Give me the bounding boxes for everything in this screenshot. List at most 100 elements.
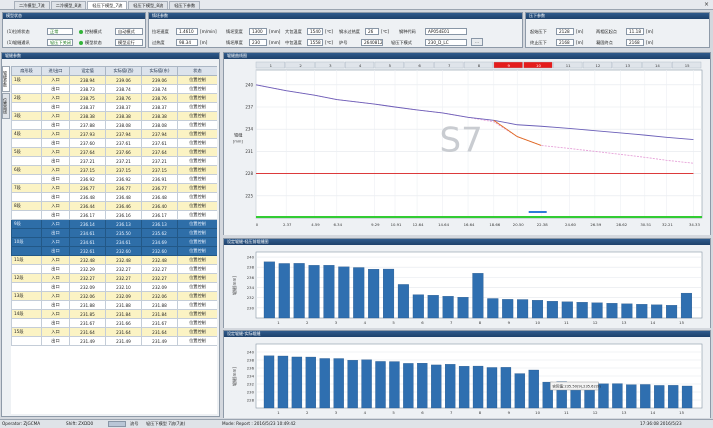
table-row[interactable]: 出口 231.67 231.66 231.67 位置控制 [11,318,217,328]
table-row[interactable]: 出口 232.09 232.10 232.09 位置控制 [11,282,217,292]
position-cell: 入口 [41,255,70,265]
table-row[interactable]: 出口 232.29 232.27 232.27 位置控制 [11,264,217,274]
table-row[interactable]: 11段 入口 232.48 232.48 232.48 位置控制 [11,255,217,265]
table-row[interactable]: 4段 入口 237.93 237.94 237.94 位置控制 [11,129,217,139]
col-header-actual-west[interactable]: 实际值(西) [105,66,142,76]
position-cell: 出口 [41,174,70,184]
x-tick-label: 24.60 [565,222,576,227]
segment-cell [11,174,42,184]
table-row[interactable]: 出口 236.92 236.92 236.91 位置控制 [11,174,217,184]
superheat-field: 26 [365,28,379,35]
col-header-actual-east[interactable]: 实际值(东) [141,66,178,76]
end-label: 终止压下 [530,40,547,45]
info-text: 轻压下模型 7流(7流) [146,421,186,426]
roll-gap-table: 扇形段 进/出口 设定值 实际值(西) 实际值(东) 状态 1段 入口 238.94… [11,66,217,414]
actual-east-cell: 235.62 [141,228,178,238]
segment-cell [11,228,42,238]
bar [612,383,623,409]
operator-text: Operator: ZJGCMA [2,421,41,426]
more-button[interactable]: ... [471,38,483,46]
col-header-position[interactable]: 进/出口 [41,66,70,76]
table-row[interactable]: 15段 入口 231.64 231.64 231.64 位置控制 [11,327,217,337]
target-unit: [m] [200,40,208,45]
bar [368,269,380,319]
actual-west-cell: 239.06 [105,75,142,85]
table-row[interactable]: 出口 231.88 231.88 231.88 位置控制 [11,300,217,310]
table-row[interactable]: 7段 入口 236.77 236.77 236.77 位置控制 [11,183,217,193]
bar-chart-2-title: 设定辊缝-实际辊缝 [224,331,710,337]
close-icon[interactable]: × [704,1,709,8]
table-row[interactable]: 2段 入口 238.75 238.76 238.76 位置控制 [11,93,217,103]
table-row[interactable]: 出口 238.73 238.74 238.74 位置控制 [11,84,217,94]
tab-cooling-7[interactable]: 二冷模型_7流 [14,1,50,9]
bar [591,302,603,319]
table-row[interactable]: 10段 入口 234.61 234.61 234.69 位置控制 [11,237,217,247]
total-field: 11.18 [626,28,644,35]
bar [666,305,678,319]
table-row[interactable]: 3段 入口 238.38 238.38 238.38 位置控制 [11,111,217,121]
status-cell: 位置控制 [177,183,217,193]
table-row[interactable]: 出口 231.49 231.49 231.49 位置控制 [11,336,217,346]
setpoint-cell: 232.27 [69,273,106,283]
actual-west-cell: 236.77 [105,183,142,193]
segment-cell: 3段 [11,111,42,121]
table-row[interactable]: 出口 232.61 232.60 232.60 位置控制 [11,246,217,256]
table-row[interactable]: 5段 入口 237.64 237.66 237.64 位置控制 [11,147,217,157]
table-row[interactable]: 出口 234.61 235.50 235.62 位置控制 [11,228,217,238]
table-row[interactable]: 出口 236.48 236.48 236.48 位置控制 [11,192,217,202]
actual-east-cell: 231.49 [141,336,178,346]
table-row[interactable]: 12段 入口 232.27 232.27 232.27 位置控制 [11,273,217,283]
table-row[interactable]: 14段 入口 231.85 231.84 231.84 位置控制 [11,309,217,319]
setpoint-cell: 232.09 [69,282,106,292]
cast-speed-label: 拉坯速度 [152,29,169,34]
col-header-segment[interactable]: 扇形段 [11,66,42,76]
side-tab-rollgap[interactable]: 辊缝参数 [2,66,10,92]
table-row[interactable]: 出口 237.21 237.21 237.21 位置控制 [11,156,217,166]
actual-east-cell: 237.64 [141,147,178,157]
col-header-status[interactable]: 状态 [177,66,217,76]
actual-west-cell: 238.37 [105,102,142,112]
table-row[interactable]: 6段 入口 237.15 237.15 237.15 位置控制 [11,165,217,175]
status-dot-icon [79,30,83,34]
bar [353,267,365,319]
x-tick-label: 12 [593,320,598,325]
col-header-setpoint[interactable]: 设定值 [69,66,106,76]
bar [397,284,409,319]
table-row[interactable]: 出口 238.37 238.37 238.37 位置控制 [11,102,217,112]
tab-cooling-8[interactable]: 二冷模型_8流 [50,1,87,9]
table-row[interactable]: 出口 237.60 237.61 237.61 位置控制 [11,138,217,148]
tab-softreduce-params[interactable]: 轻压下参数 [169,1,201,9]
setpoint-cell: 232.61 [69,246,106,256]
table-row[interactable]: 1段 入口 238.94 239.06 239.06 位置控制 [11,75,217,85]
setpoint-cell: 238.73 [69,84,106,94]
table-row[interactable]: 出口 237.88 238.08 238.08 位置控制 [11,120,217,130]
model-state-field: 正常 [47,28,73,35]
actual-west-cell: 237.61 [105,138,142,148]
flow-selector[interactable] [108,421,126,427]
segment-cell: 7段 [11,183,42,193]
thick-label: 铸坯厚度 [226,40,243,45]
actual-west-cell: 231.88 [105,300,142,310]
position-cell: 入口 [41,111,70,121]
position-cell: 入口 [41,165,70,175]
position-cell: 入口 [41,309,70,319]
side-tab-curve[interactable]: 位置曲线 [2,93,10,119]
tab-softreduce-8[interactable]: 轻压下模型_8流 [128,1,169,9]
mode-label: 控制模式 [79,29,102,35]
table-row[interactable]: 13段 入口 232.06 232.09 232.06 位置控制 [11,291,217,301]
setpoint-cell: 236.44 [69,201,106,211]
roll-table-title: 辊缝参数 [2,53,219,59]
table-row[interactable]: 8段 入口 236.44 236.46 236.40 位置控制 [11,201,217,211]
action-label: 模型状态 [79,40,102,46]
table-row[interactable]: 9段 入口 236.14 236.13 236.13 位置控制 [11,219,217,229]
tooltip-text: 实际值:235.50(9),235.62(9) [552,384,601,389]
actual-east-cell: 236.17 [141,210,178,220]
status-cell: 位置控制 [177,84,217,94]
table-row[interactable]: 出口 236.17 236.16 236.17 位置控制 [11,210,217,220]
flow-text: 流号 [130,421,139,426]
tab-softreduce-7[interactable]: 轻压下模型_7流 [87,1,128,9]
bar [403,363,414,409]
softreduce-mode-label: 轻压下模式 [391,40,412,45]
y-tick-label: 228 [247,398,255,403]
x-tick-label: 10 [535,320,540,325]
